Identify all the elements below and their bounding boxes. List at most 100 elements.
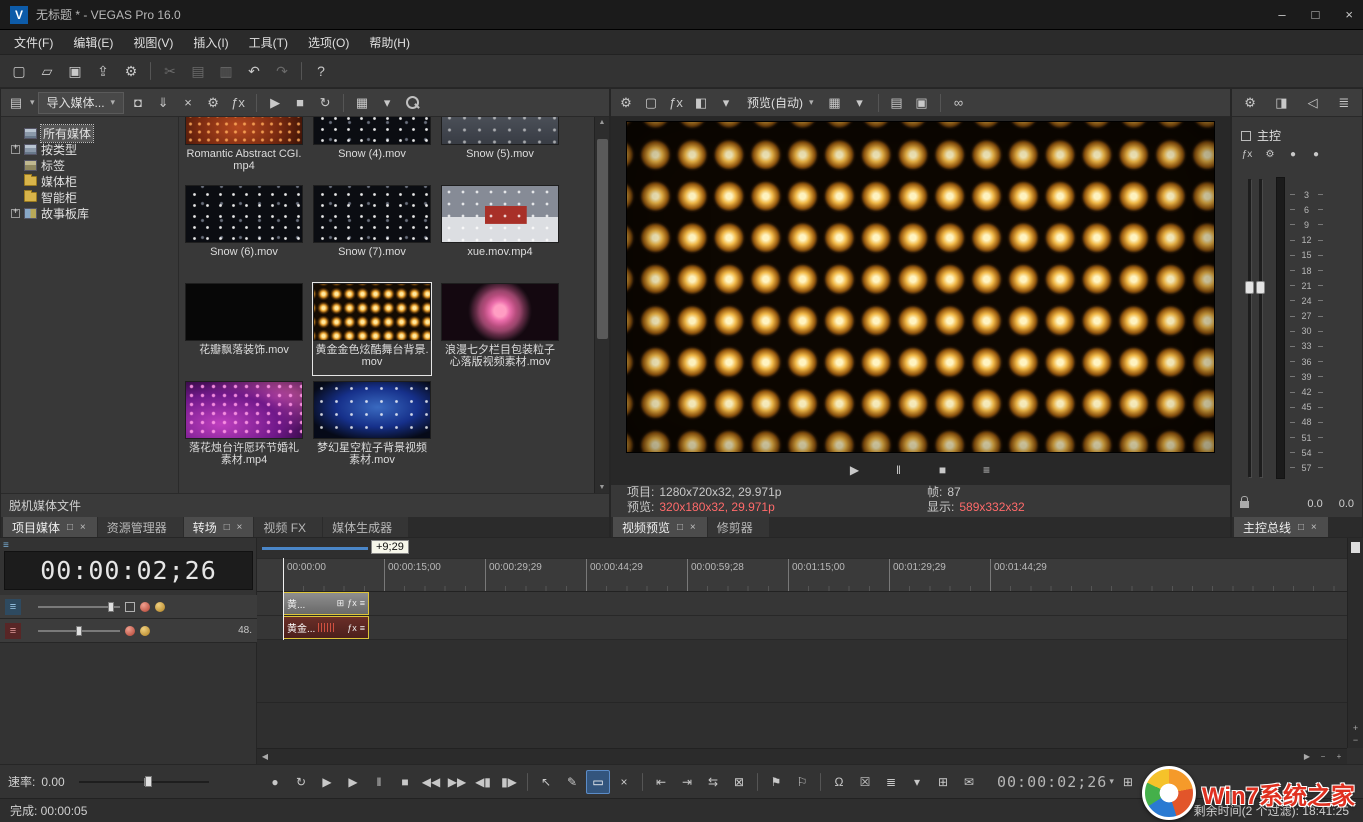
close-button[interactable]: × [1345,7,1353,22]
solo-icon[interactable] [155,602,165,612]
media-thumbnail[interactable]: xue.mov.mp4 [441,185,559,277]
snapping-button[interactable]: ⊞ [1116,770,1140,794]
video-track-header[interactable]: ≡ [0,595,257,619]
more-tools-caret-icon[interactable]: ▾ [905,770,929,794]
tree-item[interactable]: 按类型 [1,141,178,157]
app-icon[interactable]: V [10,6,28,24]
tab-window-controls[interactable]: □ × [1298,522,1319,533]
video-clip[interactable]: 黄... ⊞ ƒx ≡ [283,592,369,615]
go-to-end-button[interactable]: ▶▶ [445,770,469,794]
media-thumbnail[interactable]: 黄金金色炫酷舞台背景.mov [313,283,431,375]
timeline-timecode[interactable]: 00:00:02;26 [4,551,253,590]
stop-button[interactable]: ■ [931,458,955,482]
expander-icon[interactable] [11,209,20,218]
hscroll-track[interactable] [273,749,1299,765]
zoom-out-track-height-icon[interactable]: − [1348,735,1363,746]
tree-item[interactable]: 智能柜 [1,189,178,205]
video-track-lane[interactable]: 黄... ⊞ ƒx ≡ [257,592,1347,616]
mute-button[interactable]: ● [1286,147,1300,161]
scroll-left-icon[interactable]: ◀ [257,749,273,765]
preview-quality-dropdown[interactable]: 预览(自动) ▾ [740,92,821,114]
redo-button[interactable]: ↷ [269,58,295,84]
scroll-right-icon[interactable]: ▶ [1299,749,1315,765]
solo-icon[interactable] [140,626,150,636]
split-screen-view-button[interactable]: ◧ [690,92,712,114]
stop-button[interactable]: ■ [393,770,417,794]
separator[interactable] [150,62,151,80]
media-thumbnail[interactable]: 浪漫七夕栏目包装粒子心落版视频素材.mov [441,283,559,375]
cut-button[interactable]: ✂ [157,58,183,84]
save-button[interactable]: ▣ [62,58,88,84]
scrollbar-thumb[interactable] [597,139,608,339]
separator[interactable] [642,773,643,791]
media-thumbnail[interactable]: Snow (5).mov [441,117,559,179]
overlays-button[interactable]: ▦ [824,92,846,114]
mixer-properties-button[interactable]: ⚙ [1239,92,1261,114]
volume-fader-right[interactable] [1256,281,1265,294]
timeline-hscrollbar[interactable]: ◀ ▶ − + [257,748,1347,764]
media-fx-button[interactable]: ƒx [227,92,249,114]
solo-button[interactable]: ● [1309,147,1323,161]
tree-item[interactable]: 标签 [1,157,178,173]
search-icon[interactable] [403,94,421,112]
media-thumbnail[interactable]: 梦幻星空粒子背景视频素材.mov [313,381,431,473]
time-ruler[interactable]: 00:00:0000:00:15;0000:00:29;2900:00:44;2… [257,558,1347,592]
separator[interactable] [343,94,344,112]
undo-button[interactable]: ↶ [241,58,267,84]
split-screen-caret-icon[interactable]: ▾ [715,92,737,114]
media-bins-icon[interactable]: ▤ [5,92,27,114]
hamburger-icon[interactable]: ≡ [360,598,365,609]
start-preview-button[interactable]: ▶ [264,92,286,114]
capture-video-button[interactable]: ◘ [127,92,149,114]
video-track-level-slider[interactable] [38,606,120,608]
script-button[interactable]: ✉ [957,770,981,794]
expander-icon[interactable] [11,145,20,154]
media-thumbnail[interactable]: Romantic Abstract CGI.mp4 [185,117,303,179]
play-button[interactable]: ▶ [341,770,365,794]
separator[interactable] [301,62,302,80]
time-selection-bar[interactable] [262,547,368,550]
pause-button[interactable]: ‖ [367,770,391,794]
record-button[interactable]: ● [263,770,287,794]
panel-tab[interactable]: 视频预览 □ × [613,517,707,537]
insert-region-button[interactable]: ⚐ [790,770,814,794]
insert-cd-index-button[interactable]: ☒ [853,770,877,794]
separator[interactable] [527,773,528,791]
whats-this-help-button[interactable]: ? [308,58,334,84]
menu-item[interactable]: 编辑(E) [63,34,123,51]
media-thumbnail[interactable]: Snow (4).mov [313,117,431,179]
zoom-in-track-height-icon[interactable]: + [1348,723,1363,734]
audio-track-lane[interactable]: 黄金... ƒx ≡ [257,616,1347,640]
maximize-button[interactable]: □ [1312,7,1320,22]
project-properties-button[interactable]: ⚙ [118,58,144,84]
next-frame-button[interactable]: ▮▶ [497,770,521,794]
tree-item[interactable]: 故事板库 [1,205,178,221]
volume-fader-left[interactable] [1245,281,1254,294]
mixer-button[interactable]: ≣ [879,770,903,794]
event-fx-icon[interactable]: ƒx [347,598,357,609]
normal-edit-tool-button[interactable]: ↖ [534,770,558,794]
menu-item[interactable]: 工具(T) [239,34,298,51]
open-button[interactable]: ▱ [34,58,60,84]
new-project-button[interactable]: ▢ [6,58,32,84]
project-video-properties-button[interactable]: ⚙ [615,92,637,114]
media-scrollbar[interactable]: ▲ ▼ [594,117,609,493]
minimize-button[interactable]: – [1278,7,1285,22]
bus-icon[interactable] [1241,131,1251,141]
media-thumbnail[interactable]: 花瓣飘落装饰.mov [185,283,303,375]
hamburger-icon[interactable]: ≡ [360,623,365,633]
panel-tab[interactable]: 媒体生成器 [323,517,408,537]
video-output-fx-button[interactable]: ƒx [665,92,687,114]
menu-item[interactable]: 文件(F) [4,34,63,51]
chevron-down-icon[interactable]: ▾ [1109,776,1114,787]
download-media-button[interactable]: ⇓ [152,92,174,114]
transport-timecode[interactable]: 00:00:02;26 [997,773,1107,791]
audio-track-icon[interactable]: ≡ [5,623,21,639]
lock-icon[interactable] [1240,501,1249,508]
media-thumbnail[interactable]: 落花烛台许愿环节婚礼素材.mp4 [185,381,303,473]
play-button[interactable]: ▶ [843,458,867,482]
timeline-track-area[interactable]: +9;29 00:00:0000:00:15;0000:00:29;2900:0… [257,538,1347,748]
slip-tool-button[interactable]: ⇆ [701,770,725,794]
audio-clip[interactable]: 黄金... ƒx ≡ [283,616,369,639]
split-button[interactable]: × [612,770,636,794]
